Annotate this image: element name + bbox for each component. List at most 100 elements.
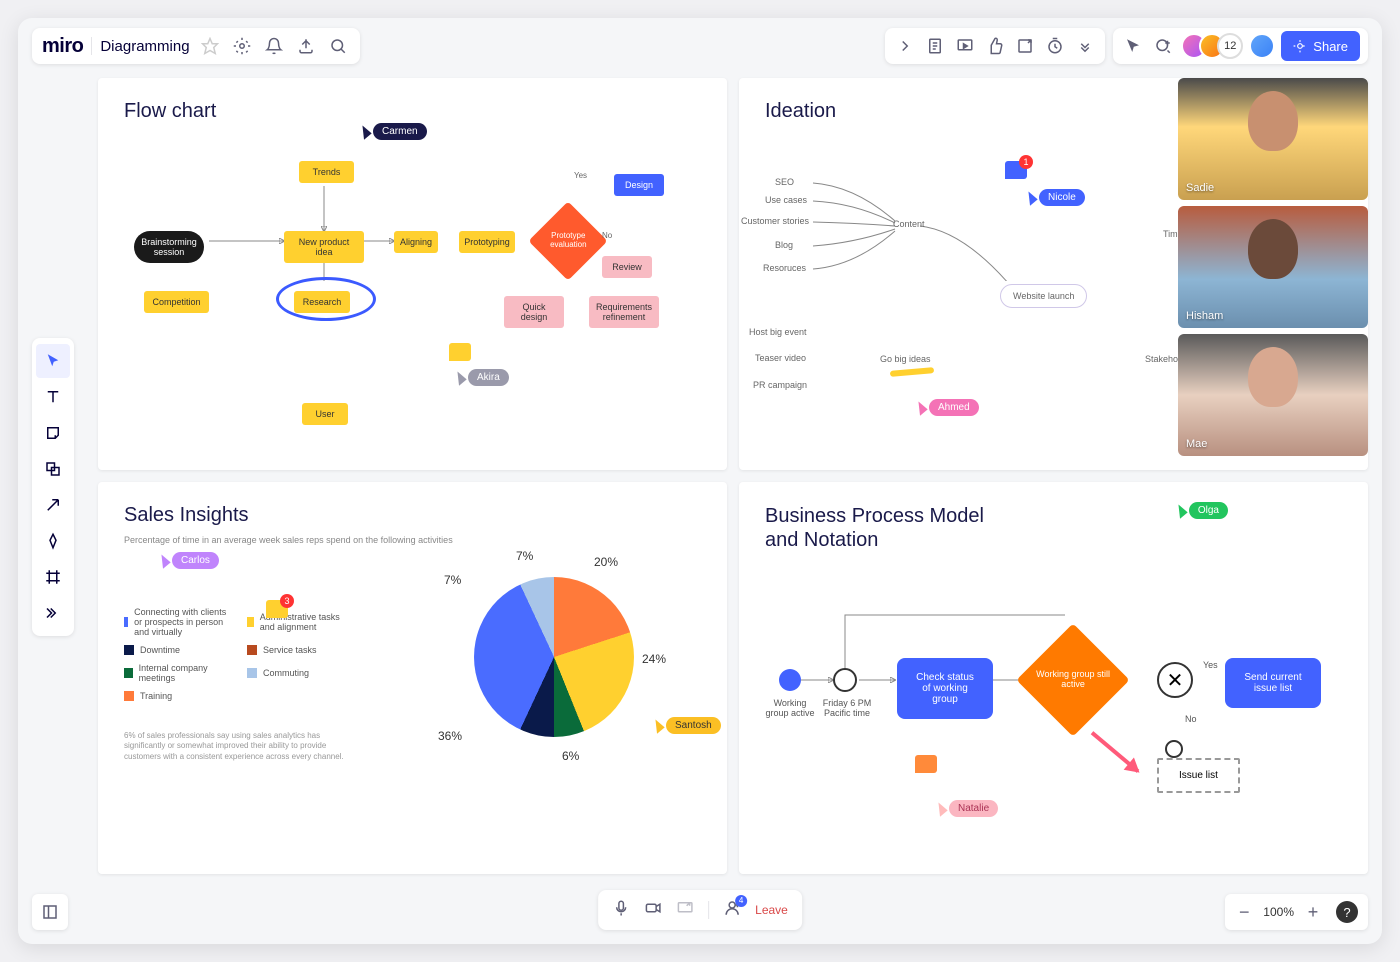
legend-item: Service tasks bbox=[247, 645, 354, 655]
pie-label: 20% bbox=[594, 555, 618, 569]
avatar[interactable] bbox=[1249, 33, 1275, 59]
minimap-toggle[interactable] bbox=[32, 894, 68, 930]
more-tools[interactable] bbox=[36, 596, 70, 630]
node-quick-design[interactable]: Quick design bbox=[504, 296, 564, 328]
frame-tool[interactable] bbox=[36, 560, 70, 594]
toolbar-actions bbox=[885, 28, 1105, 64]
bpmn-check[interactable]: Check status of working group bbox=[897, 658, 993, 719]
text-tool[interactable] bbox=[36, 380, 70, 414]
presentation-icon[interactable] bbox=[953, 34, 977, 58]
node-requirements[interactable]: Requirements refinement bbox=[589, 296, 659, 328]
legend: Connecting with clients or prospects in … bbox=[124, 607, 354, 701]
leaf-teaser[interactable]: Teaser video bbox=[755, 353, 806, 363]
node-aligning[interactable]: Aligning bbox=[394, 231, 438, 253]
label-yes: Yes bbox=[574, 171, 587, 180]
chevron-right-icon[interactable] bbox=[893, 34, 917, 58]
node-trends[interactable]: Trends bbox=[299, 161, 354, 183]
search-icon[interactable] bbox=[326, 34, 350, 58]
leaf-hostbig[interactable]: Host big event bbox=[749, 327, 807, 337]
timer-icon[interactable] bbox=[1043, 34, 1067, 58]
label-yes: Yes bbox=[1203, 660, 1218, 670]
thumbs-up-icon[interactable] bbox=[983, 34, 1007, 58]
mic-icon[interactable] bbox=[612, 899, 630, 922]
export-icon[interactable] bbox=[294, 34, 318, 58]
video-tile[interactable]: Mae bbox=[1178, 334, 1368, 456]
screenshare-icon[interactable] bbox=[676, 899, 694, 922]
node-competition[interactable]: Competition bbox=[144, 291, 209, 313]
shape-tool[interactable] bbox=[36, 452, 70, 486]
legend-item: Connecting with clients or prospects in … bbox=[124, 607, 231, 637]
camera-icon[interactable] bbox=[644, 899, 662, 922]
sticky-tool[interactable] bbox=[36, 416, 70, 450]
legend-item: Commuting bbox=[247, 663, 354, 683]
annotation-circle bbox=[276, 277, 376, 321]
call-controls: 4 Leave bbox=[598, 890, 802, 930]
leave-button[interactable]: Leave bbox=[755, 903, 788, 917]
reactions-icon[interactable] bbox=[1151, 34, 1175, 58]
arrow-tool[interactable] bbox=[36, 488, 70, 522]
side-toolbar bbox=[32, 338, 74, 636]
avatar-stack[interactable]: 12 bbox=[1181, 33, 1275, 59]
bpmn-timer[interactable] bbox=[833, 668, 857, 692]
node-review[interactable]: Review bbox=[602, 256, 652, 278]
board-title[interactable]: Diagramming bbox=[100, 38, 189, 55]
cursor-nicole: Nicole bbox=[1025, 189, 1085, 206]
bpmn-gateway[interactable]: Working group still active bbox=[1016, 623, 1129, 736]
share-button[interactable]: Share bbox=[1281, 31, 1360, 61]
mind-content[interactable]: Content bbox=[893, 219, 925, 229]
node-user[interactable]: User bbox=[302, 403, 348, 425]
node-design[interactable]: Design bbox=[614, 174, 664, 196]
leaf-usecases[interactable]: Use cases bbox=[765, 195, 807, 205]
cursor-ahmed: Ahmed bbox=[915, 399, 979, 416]
mind-gobig[interactable]: Go big ideas bbox=[880, 354, 931, 364]
board-header: miro Diagramming bbox=[32, 28, 360, 64]
frame-sales[interactable]: Sales Insights Percentage of time in an … bbox=[98, 482, 727, 874]
legend-item: Training bbox=[124, 691, 231, 701]
video-tile[interactable]: Hisham bbox=[1178, 206, 1368, 328]
leaf-resources[interactable]: Resoruces bbox=[763, 263, 806, 273]
node-evaluation[interactable]: Prototype evaluation bbox=[528, 201, 607, 280]
zoom-out-button[interactable]: − bbox=[1235, 902, 1253, 923]
video-tile[interactable]: Sadie bbox=[1178, 78, 1368, 200]
logo[interactable]: miro bbox=[42, 35, 83, 58]
leaf-blog[interactable]: Blog bbox=[775, 240, 793, 250]
select-tool[interactable] bbox=[36, 344, 70, 378]
zoom-in-button[interactable]: + bbox=[1304, 902, 1322, 923]
invite-icon[interactable]: 4 bbox=[723, 899, 741, 922]
bpmn-start[interactable] bbox=[779, 669, 801, 691]
pen-tool[interactable] bbox=[36, 524, 70, 558]
zoom-value[interactable]: 100% bbox=[1263, 905, 1294, 919]
help-button[interactable]: ? bbox=[1336, 901, 1358, 923]
frame-bpmn[interactable]: Business Process Model and Notation Olga… bbox=[739, 482, 1368, 874]
leaf-pr[interactable]: PR campaign bbox=[753, 380, 807, 390]
frame-title: Business Process Model and Notation bbox=[765, 504, 1005, 552]
leaf-seo[interactable]: SEO bbox=[775, 177, 794, 187]
video-panel[interactable]: Sadie Hisham Mae bbox=[1178, 78, 1368, 456]
settings-icon[interactable] bbox=[230, 34, 254, 58]
cursor-icon[interactable] bbox=[1121, 34, 1145, 58]
bpmn-issue-list[interactable]: Issue list bbox=[1157, 758, 1240, 793]
bell-icon[interactable] bbox=[262, 34, 286, 58]
node-prototyping[interactable]: Prototyping bbox=[459, 231, 515, 253]
comment-icon[interactable]: 1 bbox=[1005, 161, 1027, 179]
embed-icon[interactable] bbox=[1013, 34, 1037, 58]
pie-chart[interactable]: 20% 24% 6% 36% 7% 7% Santosh bbox=[454, 557, 654, 757]
node-new-product[interactable]: New product idea bbox=[284, 231, 364, 263]
highlight-stroke bbox=[890, 367, 934, 377]
notes-icon[interactable] bbox=[923, 34, 947, 58]
bpmn-or-gate[interactable]: ✕ bbox=[1157, 662, 1193, 698]
leaf-stories[interactable]: Customer stories bbox=[741, 216, 809, 226]
pie-label: 7% bbox=[516, 549, 533, 563]
comment-icon[interactable] bbox=[449, 343, 471, 361]
avatar-count[interactable]: 12 bbox=[1217, 33, 1243, 59]
bpmn-send[interactable]: Send current issue list bbox=[1225, 658, 1321, 708]
mind-center[interactable]: Website launch bbox=[1000, 284, 1087, 308]
node-brainstorm[interactable]: Brainstorming session bbox=[134, 231, 204, 263]
comment-icon[interactable] bbox=[915, 755, 937, 773]
star-icon[interactable] bbox=[198, 34, 222, 58]
frame-flowchart[interactable]: Flow chart Tr bbox=[98, 78, 727, 470]
more-icon[interactable] bbox=[1073, 34, 1097, 58]
comment-icon[interactable]: 3 bbox=[266, 600, 288, 618]
collab-group: 12 Share bbox=[1113, 28, 1368, 64]
bpmn-end[interactable] bbox=[1165, 740, 1183, 758]
